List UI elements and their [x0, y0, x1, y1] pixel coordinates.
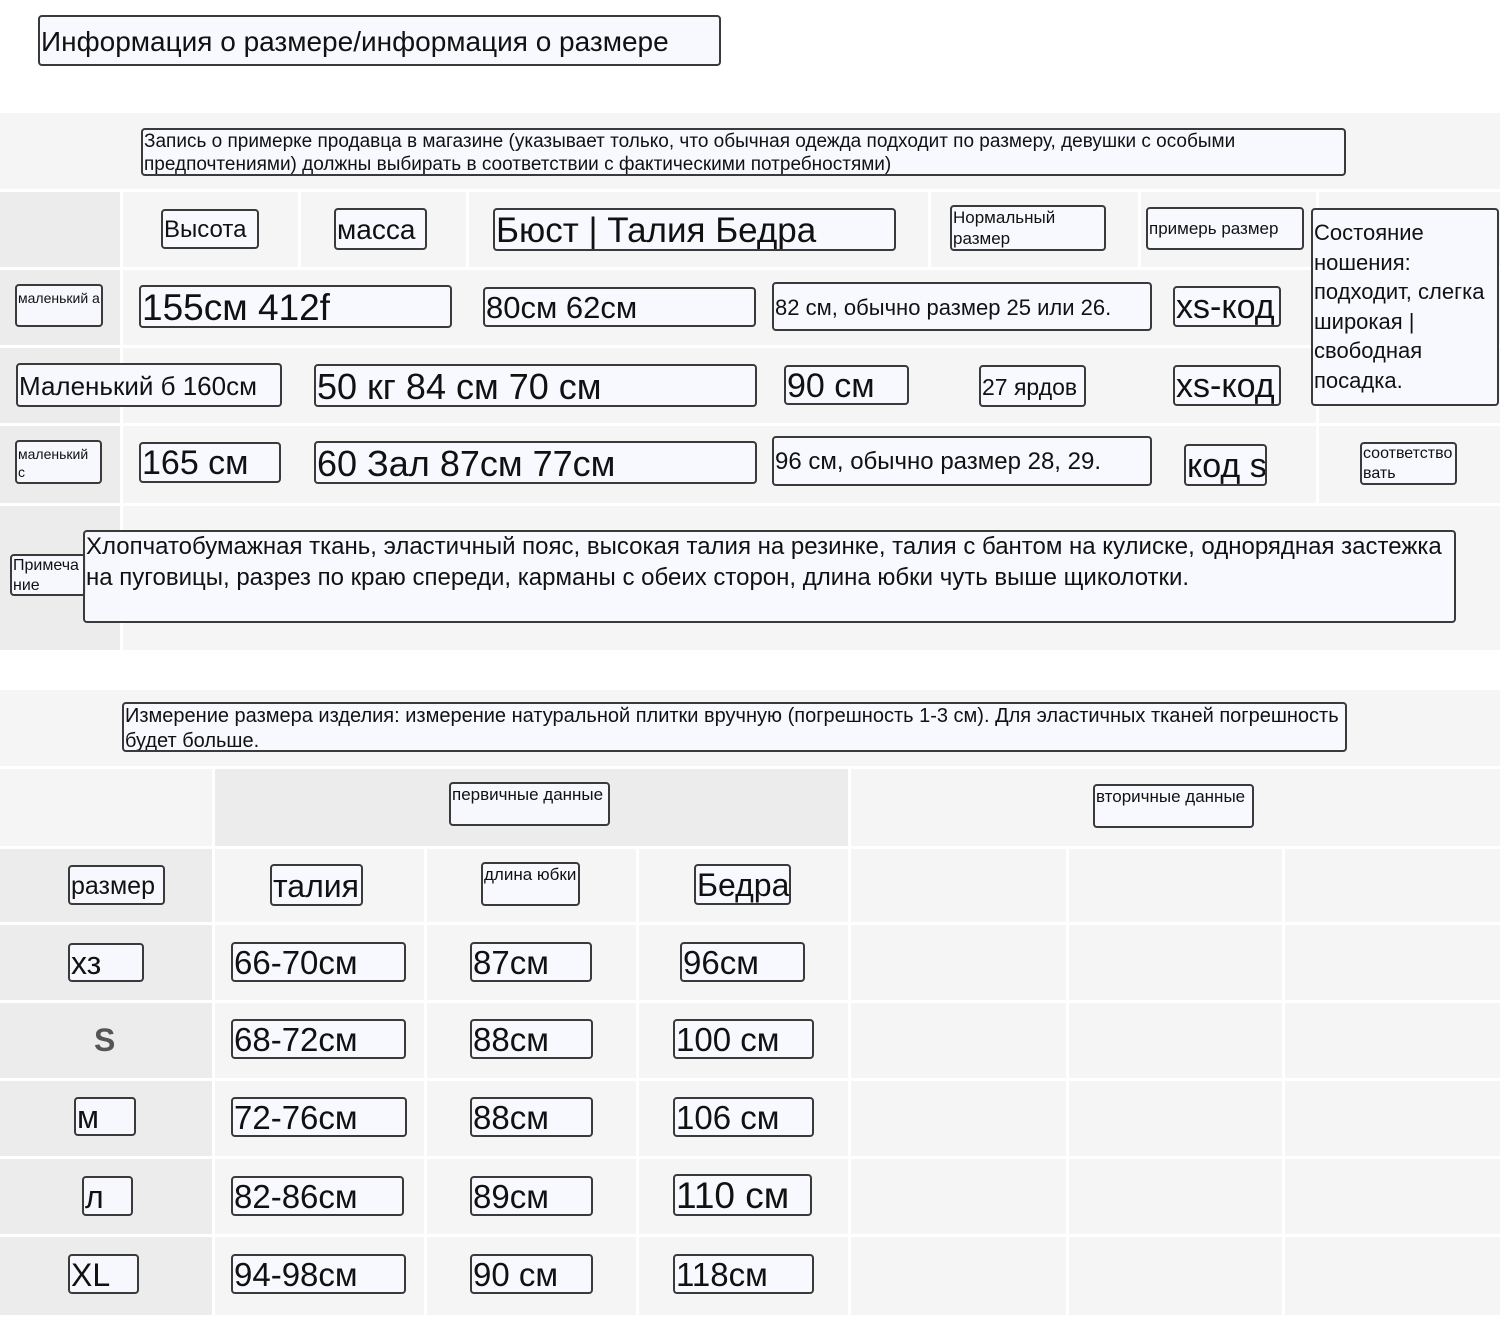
waist-xl: 94-98см: [231, 1254, 406, 1294]
header-hip: Бедра: [694, 864, 791, 905]
fitting-intro: Запись о примерке продавца в магазине (у…: [141, 128, 1346, 176]
header-normal-size: Нормальный размер: [950, 205, 1106, 251]
header-wear-state: Состояние ношения: подходит, слегка широ…: [1311, 208, 1499, 406]
waist-l: 82-86см: [231, 1176, 404, 1216]
divider: [848, 768, 851, 1315]
waist-xs: 66-70см: [231, 942, 406, 982]
header-skirt-length: длина юбки: [481, 862, 580, 906]
note-text: Хлопчатобумажная ткань, эластичный пояс,…: [83, 530, 1456, 623]
model-b-weight-bust-waist: 50 кг 84 см 70 см: [314, 364, 757, 407]
divider: [0, 1000, 1500, 1003]
size-m: м: [74, 1097, 136, 1136]
divider: [1138, 190, 1141, 270]
divider: [636, 848, 639, 1315]
model-b-hip: 90 см: [784, 365, 909, 405]
divider: [0, 503, 1500, 506]
waist-s: 68-72см: [231, 1019, 406, 1059]
divider: [0, 1234, 1500, 1237]
primary-data-label: первичные данные: [449, 782, 610, 826]
model-c-try-size: код s: [1184, 444, 1267, 486]
divider: [0, 345, 1500, 348]
model-a-label: маленький а: [15, 284, 103, 327]
length-xl: 90 см: [470, 1254, 593, 1294]
header-measurements: Бюст | Талия Бедра: [493, 208, 896, 251]
header-waist: талия: [270, 864, 363, 906]
model-c-weight-bust-waist: 60 Зал 87см 77см: [314, 441, 757, 484]
model-c-label: маленький с: [15, 440, 102, 484]
size-l: л: [82, 1176, 133, 1216]
divider: [0, 922, 1500, 925]
header-weight: масса: [334, 208, 427, 250]
header-try-size: примерь размер: [1146, 207, 1304, 250]
divider: [0, 846, 1500, 849]
waist-m: 72-76см: [231, 1097, 407, 1137]
model-c-height: 165 см: [139, 442, 281, 483]
hip-s: 100 см: [673, 1019, 814, 1059]
divider: [0, 1156, 1500, 1159]
model-c-state: соответствовать: [1360, 442, 1457, 485]
divider: [0, 1078, 1500, 1081]
header-size: размер: [68, 865, 165, 905]
model-a-bust-waist: 80см 62см: [483, 287, 756, 327]
divider: [298, 190, 301, 270]
model-b-try-size: xs-код: [1173, 365, 1281, 406]
divider: [0, 766, 1500, 769]
model-a-height-weight: 155см 412f: [139, 285, 452, 328]
divider: [212, 768, 215, 1315]
divider: [0, 189, 1500, 192]
hip-xs: 96см: [680, 942, 805, 982]
size-xl: XL: [68, 1254, 139, 1294]
size-xs: хз: [68, 943, 144, 982]
length-l: 89см: [470, 1176, 593, 1216]
header-height: Высота: [161, 209, 259, 249]
divider: [0, 423, 1500, 426]
measure-size-column: [0, 848, 212, 1315]
divider: [1066, 848, 1069, 1315]
model-a-try-size: xs-код: [1173, 286, 1281, 327]
divider: [424, 848, 427, 1315]
model-b-height: Маленький б 160см: [16, 363, 282, 407]
page-title: Информация о размере/информация о размер…: [38, 15, 721, 66]
note-label: Примечание: [10, 554, 86, 596]
secondary-data-label: вторичные данные: [1093, 784, 1254, 828]
measure-intro: Измерение размера изделия: измерение нат…: [122, 702, 1347, 752]
divider: [466, 190, 469, 270]
model-a-hip-size: 82 см, обычно размер 25 или 26.: [772, 282, 1152, 331]
divider: [0, 267, 1500, 270]
length-s: 88см: [470, 1019, 593, 1059]
divider: [928, 190, 931, 270]
hip-m: 106 см: [673, 1097, 814, 1137]
length-m: 88см: [470, 1097, 593, 1137]
size-s: S: [94, 1022, 116, 1058]
hip-xl: 118см: [673, 1254, 814, 1294]
divider: [1282, 848, 1285, 1315]
length-xs: 87см: [470, 942, 592, 982]
model-b-normal-size: 27 ярдов: [979, 365, 1086, 407]
hip-l: 110 см: [673, 1174, 812, 1216]
model-c-hip-size: 96 см, обычно размер 28, 29.: [772, 436, 1152, 486]
